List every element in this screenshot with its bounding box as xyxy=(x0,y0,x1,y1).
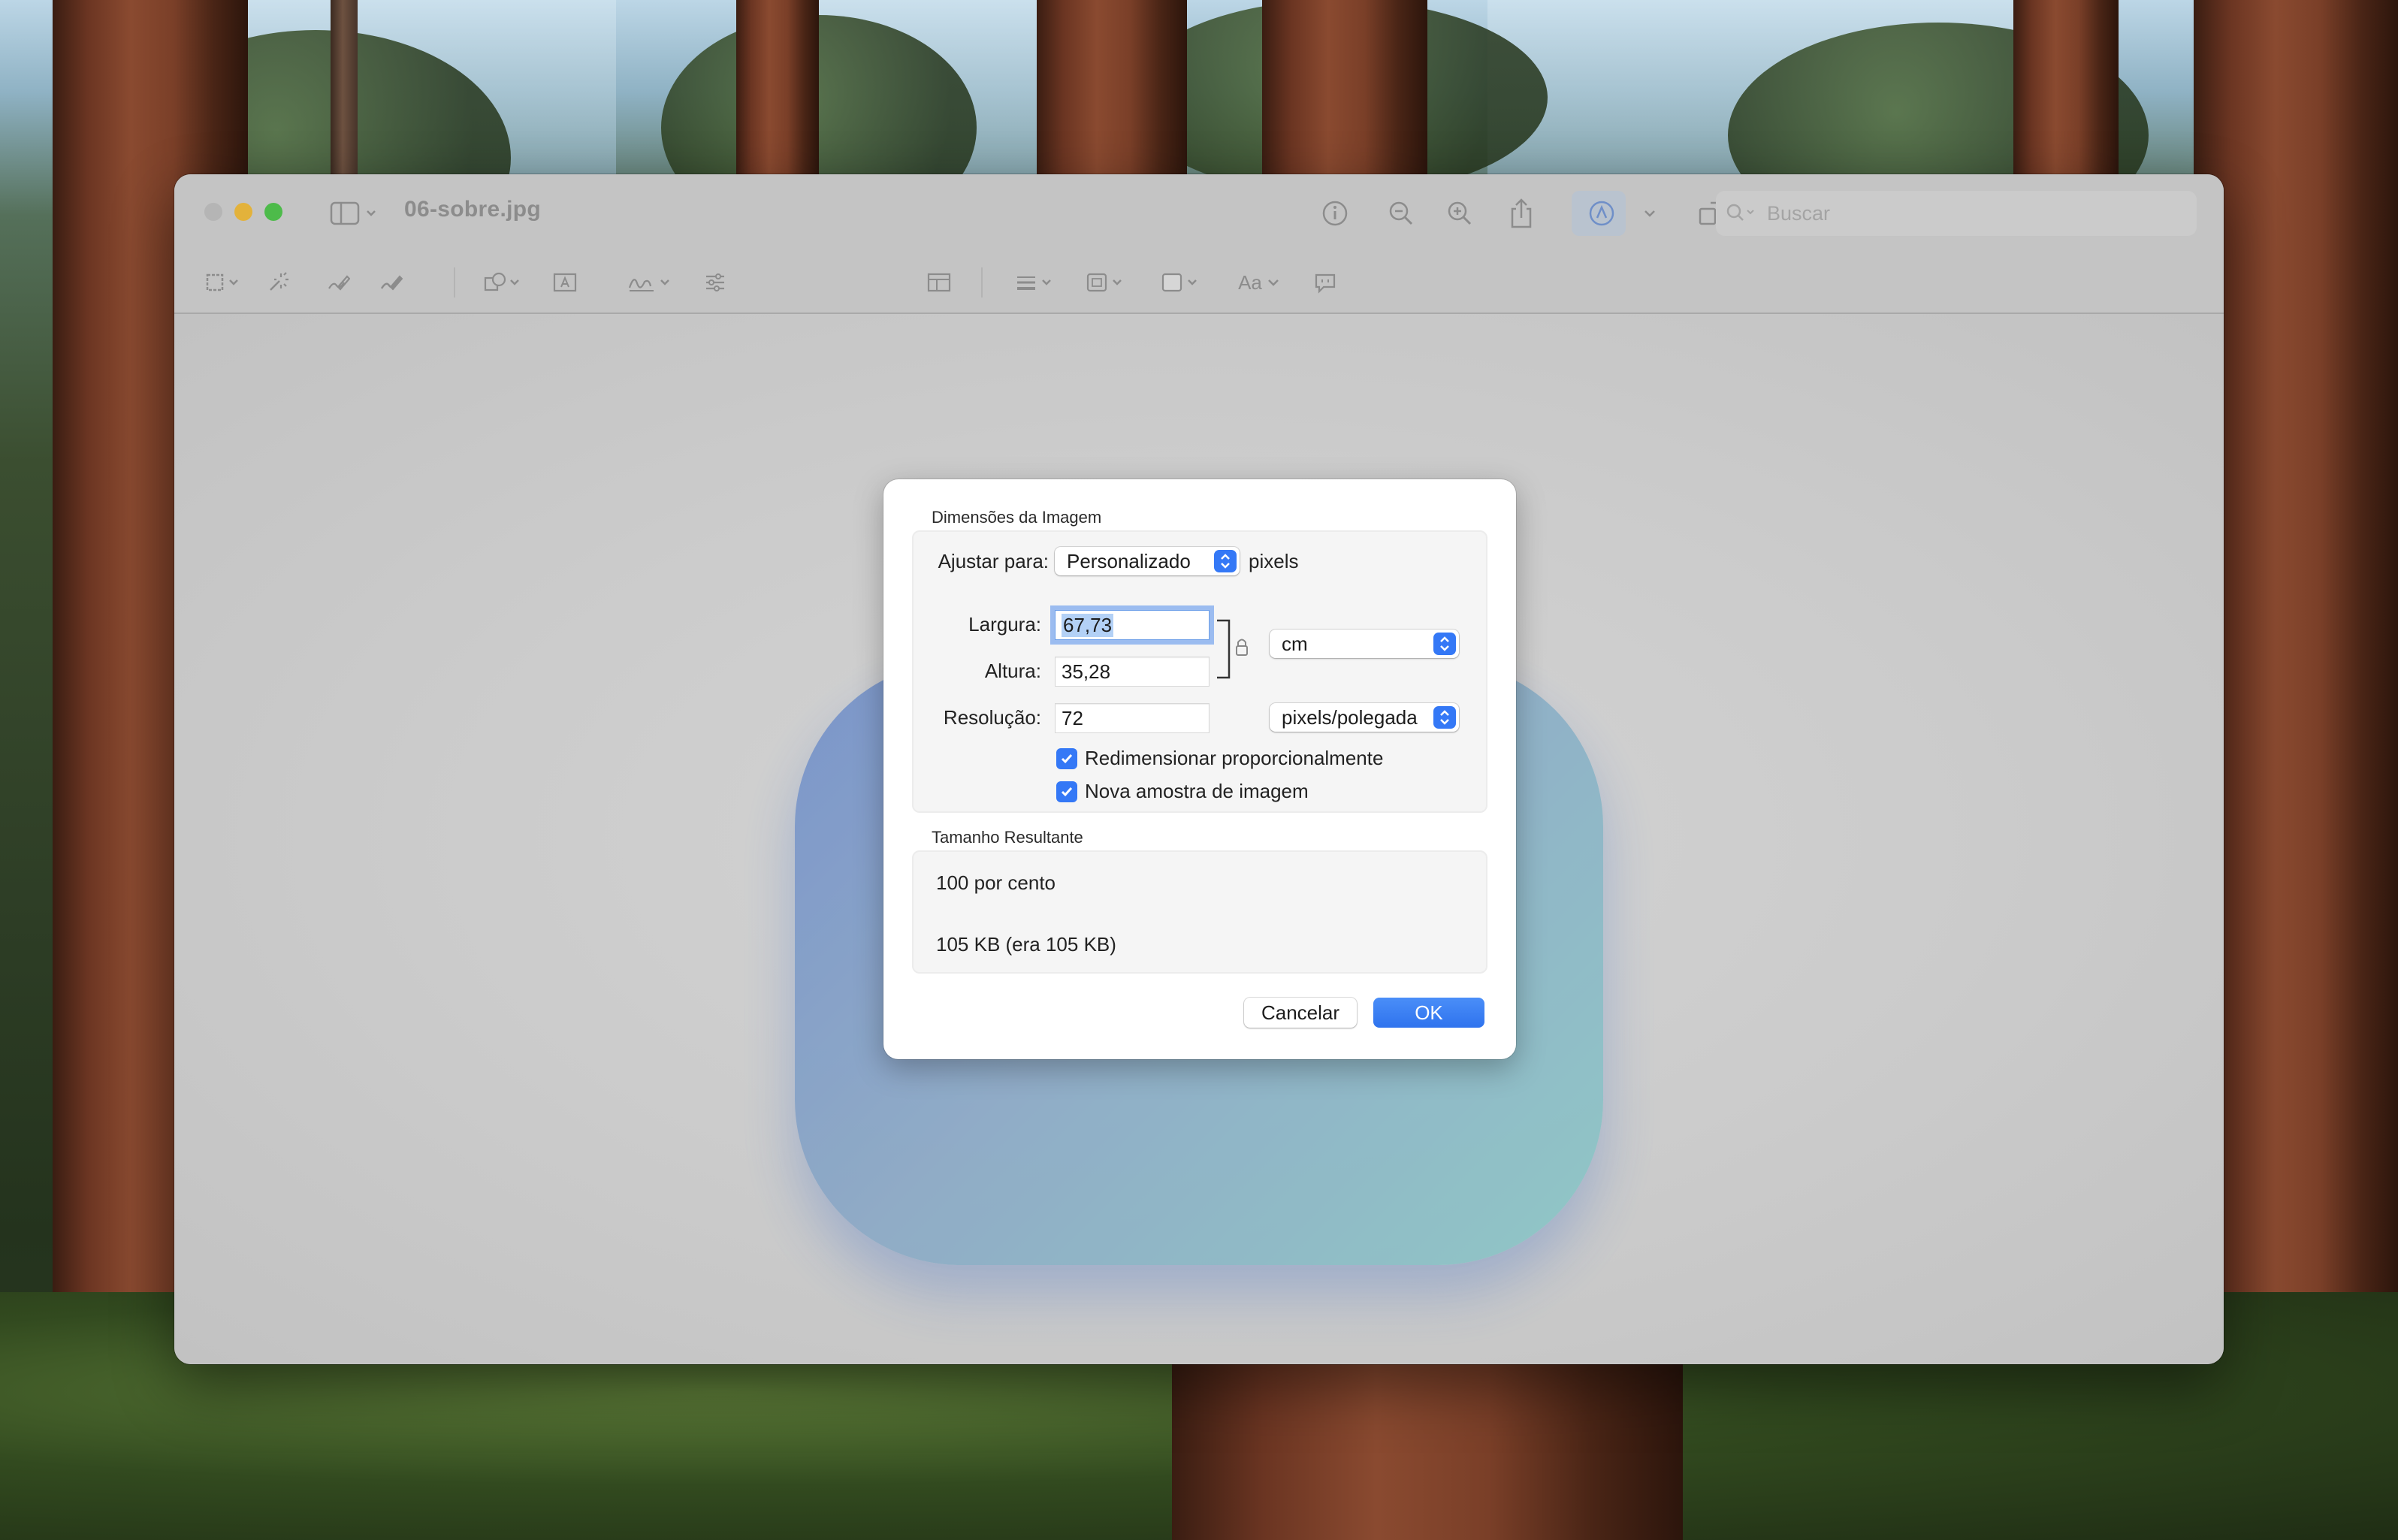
document-title: 06-sobre.jpg xyxy=(404,197,541,222)
border-color-icon xyxy=(1086,273,1122,292)
close-button[interactable] xyxy=(204,203,222,221)
markup-icon-wrap xyxy=(1584,197,1614,230)
result-percent: 100 por cento xyxy=(936,871,1056,894)
scale-proportionally-checkbox[interactable] xyxy=(1056,748,1077,769)
image-dimensions-title: Dimensões da Imagem xyxy=(932,508,1102,527)
resolution-unit-popup[interactable]: pixels/polegada xyxy=(1270,703,1459,732)
note-icon xyxy=(1315,273,1336,294)
shapes-icon xyxy=(484,272,519,291)
note-button[interactable] xyxy=(1310,267,1340,297)
adjust-size-icon xyxy=(927,273,951,292)
width-field[interactable]: 67,73 xyxy=(1055,610,1210,640)
proportion-lock-icon[interactable] xyxy=(1216,618,1250,682)
toolbar-divider xyxy=(454,267,455,297)
zoom-out-button[interactable] xyxy=(1382,197,1420,230)
scale-proportionally-label[interactable]: Redimensionar proporcionalmente xyxy=(1085,747,1383,770)
border-color-button[interactable] xyxy=(1083,267,1131,297)
shape-style-button[interactable] xyxy=(1013,267,1061,297)
title-bar: 06-sobre.jpg Buscar xyxy=(174,174,2224,252)
resolution-unit-value: pixels/polegada xyxy=(1282,705,1418,729)
markup-icon xyxy=(1589,201,1614,226)
highlight-menu-button[interactable] xyxy=(1635,197,1665,230)
text-style-icon: Aa xyxy=(1238,271,1262,294)
adjust-size-button[interactable] xyxy=(924,267,954,297)
width-label: Largura: xyxy=(968,613,1041,636)
preview-window: 06-sobre.jpg Buscar Aa Dimensões da Imag… xyxy=(174,174,2224,1364)
info-icon xyxy=(1322,201,1348,226)
tree-trunk xyxy=(1172,1352,1683,1540)
resample-label[interactable]: Nova amostra de imagem xyxy=(1085,780,1309,803)
share-icon xyxy=(1511,198,1532,228)
instant-alpha-icon xyxy=(270,272,288,291)
instant-alpha-button[interactable] xyxy=(263,267,293,297)
markup-toolbar: Aa xyxy=(174,252,2224,314)
minimize-button[interactable] xyxy=(234,203,252,221)
resolution-field[interactable]: 72 xyxy=(1055,703,1210,733)
text-box-button[interactable] xyxy=(550,267,580,297)
width-value: 67,73 xyxy=(1062,613,1114,637)
result-size-group: 100 por cento 105 KB (era 105 KB) xyxy=(912,850,1487,974)
search-placeholder: Buscar xyxy=(1767,201,1831,225)
popup-stepper-icon xyxy=(1433,633,1456,655)
zoom-in-button[interactable] xyxy=(1441,197,1478,230)
zoom-in-icon xyxy=(1448,201,1472,225)
sketch-icon xyxy=(328,275,350,291)
height-label: Altura: xyxy=(984,660,1041,682)
result-size-title: Tamanho Resultante xyxy=(932,828,1083,847)
fit-label: Ajustar para: xyxy=(938,550,1049,572)
shapes-button[interactable] xyxy=(482,267,527,297)
fill-color-button[interactable] xyxy=(1158,267,1207,297)
height-value: 35,28 xyxy=(1062,660,1111,683)
cancel-button[interactable]: Cancelar xyxy=(1244,998,1357,1028)
size-unit-popup[interactable]: cm xyxy=(1270,630,1459,658)
result-file-size: 105 KB (era 105 KB) xyxy=(936,933,1116,956)
popup-stepper-icon xyxy=(1214,550,1237,572)
selection-tools-button[interactable] xyxy=(203,267,248,297)
signature-icon xyxy=(628,279,669,291)
shape-style-icon xyxy=(1017,276,1051,290)
image-dimensions-group: Ajustar para: Personalizado pixels Largu… xyxy=(912,530,1487,813)
size-unit-value: cm xyxy=(1282,632,1308,655)
adjust-color-icon xyxy=(706,273,724,291)
resolution-label: Resolução: xyxy=(943,706,1041,729)
sidebar-icon xyxy=(330,201,376,225)
chevron-down-icon xyxy=(1644,210,1655,217)
checkmark-icon xyxy=(1061,754,1073,764)
zoom-button[interactable] xyxy=(264,203,282,221)
sketch-button[interactable] xyxy=(323,267,353,297)
text-style-button[interactable]: Aa xyxy=(1234,267,1286,297)
zoom-out-icon xyxy=(1389,201,1413,225)
info-button[interactable] xyxy=(1316,197,1354,230)
share-button[interactable] xyxy=(1503,195,1540,231)
resolution-value: 72 xyxy=(1062,706,1083,729)
search-icon xyxy=(1726,204,1754,221)
rect-selection-icon xyxy=(206,273,238,291)
fit-value: Personalizado xyxy=(1067,549,1191,572)
fill-color-icon xyxy=(1161,273,1197,292)
resample-checkbox[interactable] xyxy=(1056,781,1077,802)
chevron-down-icon xyxy=(1268,279,1279,286)
popup-stepper-icon xyxy=(1433,706,1456,729)
toolbar-divider xyxy=(981,267,983,297)
adjust-size-sheet: Dimensões da Imagem Ajustar para: Person… xyxy=(883,479,1516,1059)
sidebar-toggle-button[interactable] xyxy=(325,197,385,230)
signature-button[interactable] xyxy=(625,267,678,297)
draw-icon xyxy=(380,275,403,291)
fit-into-popup[interactable]: Personalizado xyxy=(1055,547,1240,575)
text-box-icon xyxy=(553,273,577,292)
search-field[interactable]: Buscar xyxy=(1716,191,2197,236)
ok-button[interactable]: OK xyxy=(1373,998,1484,1028)
draw-button[interactable] xyxy=(376,267,406,297)
height-field[interactable]: 35,28 xyxy=(1055,657,1210,687)
fit-unit-label: pixels xyxy=(1249,550,1299,572)
adjust-color-button[interactable] xyxy=(700,267,730,297)
checkmark-icon xyxy=(1061,787,1073,797)
